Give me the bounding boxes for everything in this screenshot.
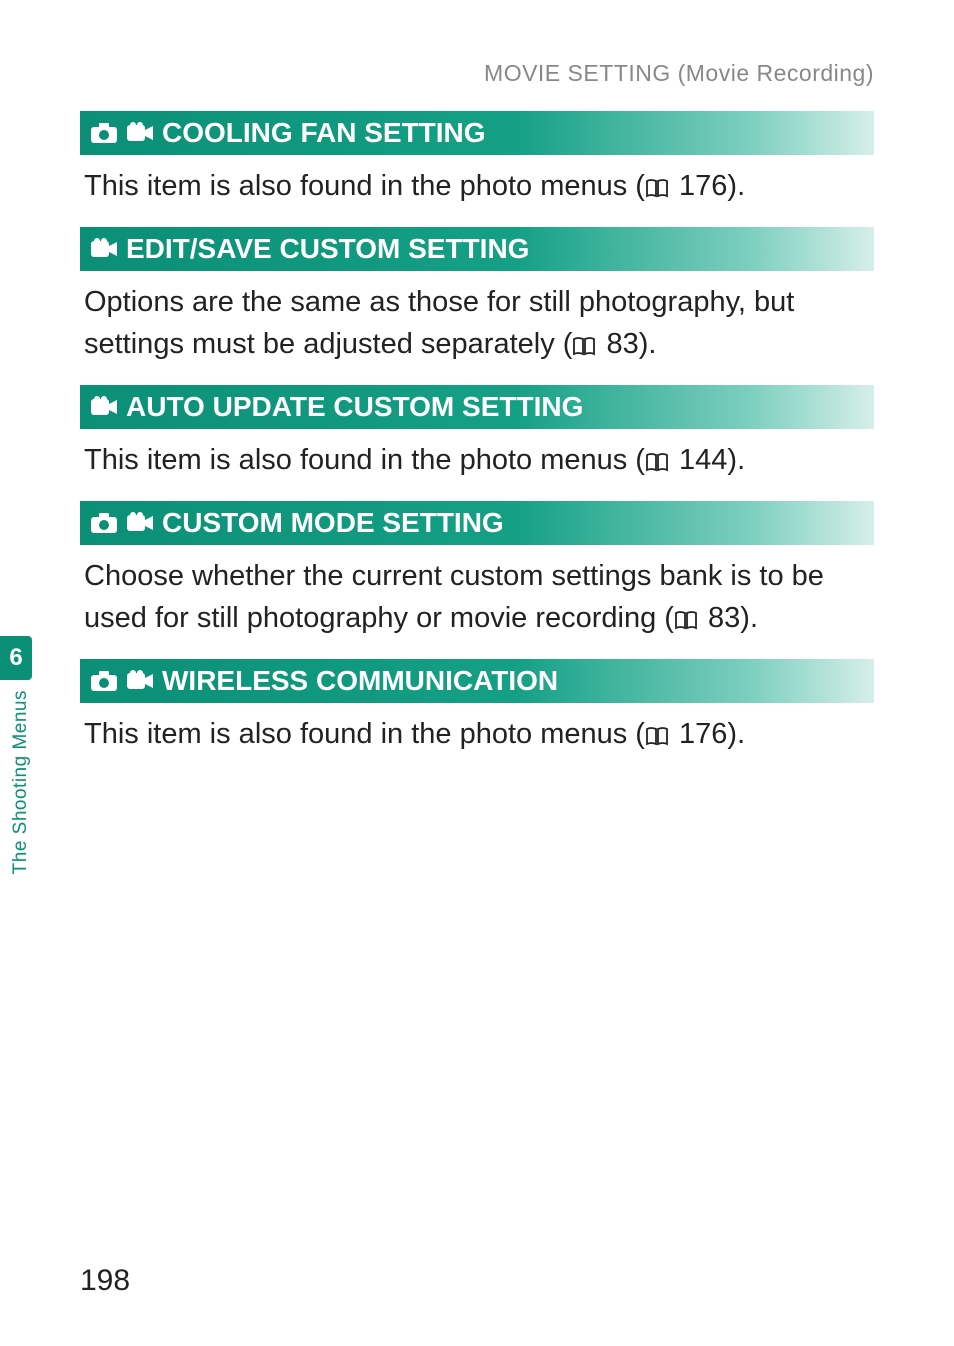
page-ref-text: 144). — [671, 444, 745, 476]
section-head-cooling-fan: COOLING FAN SETTING — [80, 111, 874, 155]
page-ref-icon — [645, 178, 669, 198]
section-body-edit-save: Options are the same as those for still … — [80, 271, 874, 367]
section-head-wireless: WIRELESS COMMUNICATION — [80, 659, 874, 703]
section-title: AUTO UPDATE CUSTOM SETTING — [126, 391, 583, 423]
section-body-auto-update: This item is also found in the photo men… — [80, 429, 874, 483]
chapter-tab: 6 — [0, 636, 32, 680]
page-ref-icon — [645, 726, 669, 746]
page-ref-text: 83). — [598, 328, 656, 360]
section-title: COOLING FAN SETTING — [162, 117, 486, 149]
page-ref-icon — [572, 336, 596, 356]
movie-icon — [90, 238, 118, 260]
movie-icon — [126, 122, 154, 144]
section-body-cooling-fan: This item is also found in the photo men… — [80, 155, 874, 209]
section-head-custom-mode: CUSTOM MODE SETTING — [80, 501, 874, 545]
page-ref-text: 83). — [700, 602, 758, 634]
body-text: This item is also found in the photo men… — [84, 718, 645, 750]
movie-icon — [126, 512, 154, 534]
page-ref-icon — [674, 610, 698, 630]
body-text: Options are the same as those for still … — [84, 286, 794, 360]
movie-icon — [126, 670, 154, 692]
camera-icon — [90, 512, 118, 534]
breadcrumb: MOVIE SETTING (Movie Recording) — [80, 60, 874, 87]
page-container: MOVIE SETTING (Movie Recording) COOLING … — [0, 0, 954, 1346]
body-text: This item is also found in the photo men… — [84, 444, 645, 476]
page-ref-icon — [645, 452, 669, 472]
section-head-edit-save: EDIT/SAVE CUSTOM SETTING — [80, 227, 874, 271]
body-text: This item is also found in the photo men… — [84, 170, 645, 202]
movie-icon — [90, 396, 118, 418]
section-title: CUSTOM MODE SETTING — [162, 507, 504, 539]
camera-icon — [90, 122, 118, 144]
page-ref-text: 176). — [671, 170, 745, 202]
section-title: WIRELESS COMMUNICATION — [162, 665, 558, 697]
section-body-wireless: This item is also found in the photo men… — [80, 703, 874, 757]
section-head-auto-update: AUTO UPDATE CUSTOM SETTING — [80, 385, 874, 429]
section-body-custom-mode: Choose whether the current custom settin… — [80, 545, 874, 641]
page-ref-text: 176). — [671, 718, 745, 750]
section-title: EDIT/SAVE CUSTOM SETTING — [126, 233, 529, 265]
camera-icon — [90, 670, 118, 692]
page-number: 198 — [80, 1264, 130, 1298]
chapter-label: The Shooting Menus — [10, 690, 32, 874]
